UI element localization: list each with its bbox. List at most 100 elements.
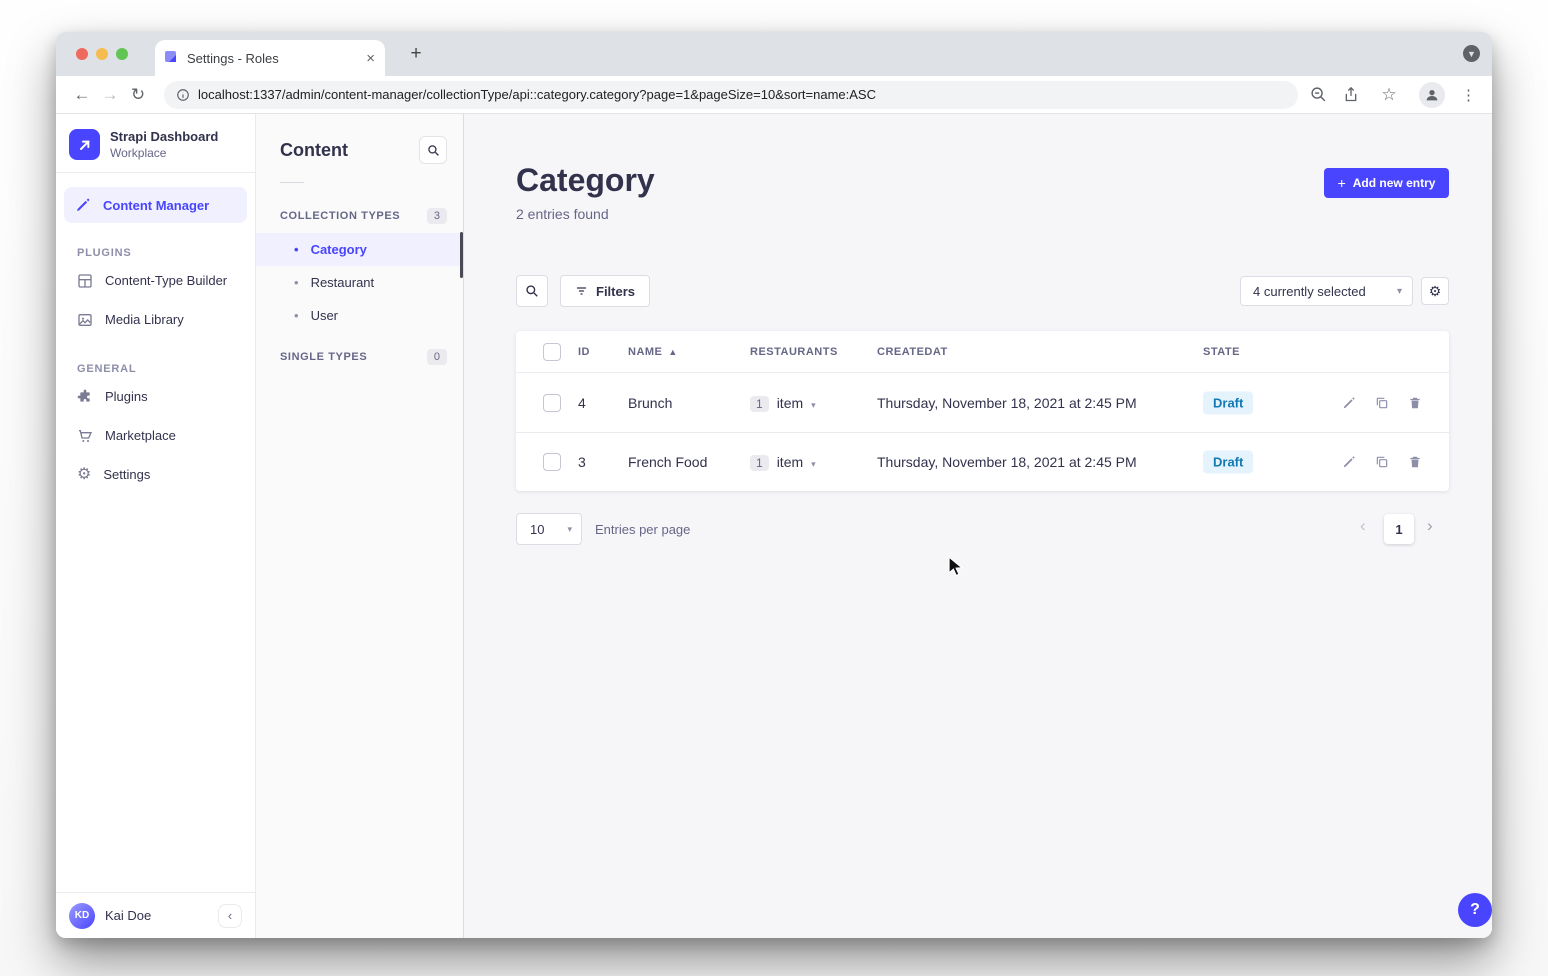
column-header-id[interactable]: ID bbox=[578, 346, 590, 358]
cell-name: Brunch bbox=[628, 395, 672, 411]
bookmark-star-icon[interactable]: ☆ bbox=[1375, 81, 1403, 109]
previous-page-icon[interactable]: ‹ bbox=[1360, 516, 1366, 536]
state-badge: Draft bbox=[1203, 391, 1253, 414]
close-window-button[interactable] bbox=[76, 48, 88, 60]
user-name[interactable]: Kai Doe bbox=[105, 908, 208, 923]
fullscreen-window-button[interactable] bbox=[116, 48, 128, 60]
tab-close-icon[interactable]: × bbox=[366, 51, 375, 66]
forward-icon[interactable]: → bbox=[96, 81, 124, 109]
sidebar-item-label: Marketplace bbox=[105, 428, 176, 443]
sidebar-user-footer: KD Kai Doe ‹ bbox=[56, 892, 255, 938]
duplicate-icon[interactable] bbox=[1374, 454, 1390, 470]
collection-types-label: COLLECTION TYPES bbox=[280, 210, 400, 222]
select-all-checkbox[interactable] bbox=[543, 343, 561, 361]
subnav-item-label: User bbox=[311, 308, 338, 323]
plus-icon: + bbox=[1338, 176, 1346, 190]
row-checkbox[interactable] bbox=[543, 453, 561, 471]
fields-selected-dropdown[interactable]: 4 currently selected ▾ bbox=[1240, 276, 1413, 306]
downloads-icon[interactable]: ▼ bbox=[1463, 45, 1480, 62]
nav-section-plugins: PLUGINS bbox=[77, 247, 255, 259]
page-title: Category bbox=[516, 162, 655, 199]
add-new-entry-button[interactable]: + Add new entry bbox=[1324, 168, 1449, 198]
delete-trash-icon[interactable] bbox=[1407, 395, 1423, 411]
nav-divider bbox=[56, 172, 255, 173]
user-avatar[interactable]: KD bbox=[69, 903, 95, 929]
minimize-window-button[interactable] bbox=[96, 48, 108, 60]
view-settings-gear-button[interactable]: ⚙ bbox=[1421, 277, 1449, 305]
sidebar-item-plugins[interactable]: Plugins bbox=[56, 377, 255, 416]
address-bar[interactable]: localhost:1337/admin/content-manager/col… bbox=[164, 81, 1298, 109]
column-header-restaurants[interactable]: RESTAURANTS bbox=[750, 346, 838, 358]
edit-pencil-icon[interactable] bbox=[1341, 395, 1357, 411]
pen-icon bbox=[75, 197, 91, 213]
strapi-app: Strapi Dashboard Workplace Content Manag… bbox=[56, 114, 1492, 938]
relation-unit: item bbox=[777, 454, 803, 470]
column-header-createdat[interactable]: CREATEDAT bbox=[877, 346, 948, 358]
zoom-out-icon[interactable] bbox=[1310, 86, 1327, 103]
filter-icon bbox=[575, 285, 588, 297]
cell-restaurants-relation[interactable]: 1item▾ bbox=[750, 454, 816, 470]
chevron-down-icon: ▾ bbox=[811, 400, 816, 410]
layout-icon bbox=[77, 273, 93, 289]
workspace-brand[interactable]: Strapi Dashboard Workplace bbox=[56, 114, 255, 172]
page-size-select[interactable]: 10 ▾ bbox=[516, 513, 582, 545]
current-page-button[interactable]: 1 bbox=[1384, 514, 1414, 544]
bullet-icon: • bbox=[294, 243, 299, 256]
table-search-button[interactable] bbox=[516, 275, 548, 307]
edit-pencil-icon[interactable] bbox=[1341, 454, 1357, 470]
subnav-divider bbox=[280, 182, 304, 183]
reload-icon[interactable]: ↻ bbox=[124, 81, 152, 109]
relation-unit: item bbox=[777, 395, 803, 411]
sidebar-item-media-library[interactable]: Media Library bbox=[56, 300, 255, 339]
sidebar-item-content-type-builder[interactable]: Content-Type Builder bbox=[56, 261, 255, 300]
site-info-icon[interactable] bbox=[176, 88, 190, 102]
share-icon[interactable] bbox=[1343, 86, 1359, 103]
row-checkbox[interactable] bbox=[543, 394, 561, 412]
table-row[interactable]: 3 French Food 1item▾ Thursday, November … bbox=[516, 432, 1449, 491]
brand-name: Strapi Dashboard bbox=[110, 129, 218, 145]
add-new-entry-label: Add new entry bbox=[1353, 176, 1436, 190]
subnav-item-user[interactable]: • User bbox=[256, 299, 463, 332]
state-badge: Draft bbox=[1203, 451, 1253, 474]
subnav-item-restaurant[interactable]: • Restaurant bbox=[256, 266, 463, 299]
chevron-down-icon: ▾ bbox=[567, 524, 572, 535]
column-header-state[interactable]: STATE bbox=[1203, 346, 1240, 358]
subnav-scrollbar-thumb[interactable] bbox=[460, 232, 463, 278]
sidebar-item-marketplace[interactable]: Marketplace bbox=[56, 416, 255, 455]
help-button[interactable]: ? bbox=[1458, 893, 1492, 927]
image-icon bbox=[77, 312, 93, 328]
chevron-down-icon: ▾ bbox=[1397, 286, 1402, 297]
strapi-favicon-icon bbox=[165, 51, 179, 65]
new-tab-button[interactable]: + bbox=[404, 42, 428, 66]
sidebar-item-content-manager[interactable]: Content Manager bbox=[64, 187, 247, 223]
brand-workspace: Workplace bbox=[110, 146, 218, 160]
subnav-search-button[interactable] bbox=[419, 136, 447, 164]
gear-icon: ⚙ bbox=[77, 467, 91, 483]
column-header-name[interactable]: NAME ▲ bbox=[628, 346, 678, 358]
subnav-item-category[interactable]: • Category bbox=[256, 233, 463, 266]
browser-tab[interactable]: Settings - Roles × bbox=[155, 40, 385, 76]
relation-count-badge: 1 bbox=[750, 396, 769, 412]
single-types-count-badge: 0 bbox=[427, 349, 447, 365]
window-controls bbox=[76, 48, 128, 60]
collapse-sidebar-button[interactable]: ‹ bbox=[218, 904, 242, 928]
filters-button[interactable]: Filters bbox=[560, 275, 650, 307]
browser-profile-avatar[interactable] bbox=[1419, 82, 1445, 108]
cell-name: French Food bbox=[628, 454, 707, 470]
browser-menu-icon[interactable]: ⋮ bbox=[1461, 86, 1476, 104]
bullet-icon: • bbox=[294, 276, 299, 289]
cell-id: 3 bbox=[578, 454, 586, 470]
table-row[interactable]: 4 Brunch 1item▾ Thursday, November 18, 2… bbox=[516, 373, 1449, 432]
sidebar-item-label: Settings bbox=[103, 467, 150, 482]
fields-selected-label: 4 currently selected bbox=[1253, 284, 1366, 299]
entries-per-page-label: Entries per page bbox=[595, 522, 690, 537]
delete-trash-icon[interactable] bbox=[1407, 454, 1423, 470]
cell-restaurants-relation[interactable]: 1 item ▾ bbox=[750, 395, 816, 411]
back-icon[interactable]: ← bbox=[68, 81, 96, 109]
sidebar-item-settings[interactable]: ⚙ Settings bbox=[56, 455, 255, 494]
collection-types-count-badge: 3 bbox=[427, 208, 447, 224]
browser-window: Settings - Roles × + ▼ ← → ↻ localhost:1… bbox=[56, 32, 1492, 938]
duplicate-icon[interactable] bbox=[1374, 395, 1390, 411]
sidebar-item-label: Media Library bbox=[105, 312, 184, 327]
next-page-icon[interactable]: › bbox=[1427, 516, 1433, 536]
